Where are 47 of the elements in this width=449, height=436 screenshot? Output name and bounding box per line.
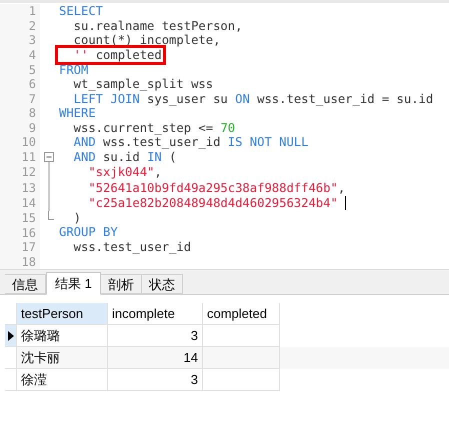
- code-line: GROUP BY: [58, 226, 119, 239]
- line-number: 11: [22, 151, 36, 164]
- code-line: '' completed: [58, 48, 163, 62]
- table-cell: 徐滢: [17, 369, 108, 391]
- line-number: 3: [28, 34, 36, 46]
- code-line: count(*) incomplete,: [72, 34, 222, 47]
- result-tab[interactable]: 结果 1: [46, 272, 101, 295]
- code-line: "c25a1e82b20848948d4d4602956324b4": [87, 196, 339, 210]
- code-line: FROM: [58, 64, 90, 76]
- line-number: 7: [28, 92, 36, 105]
- result-tab[interactable]: 状态: [142, 274, 183, 294]
- line-number: 8: [28, 107, 36, 120]
- line-number: 12: [22, 166, 36, 178]
- line-number: 15: [22, 212, 36, 224]
- code-line: "52641a10b9fd49a295c38af988dff46b",: [87, 182, 346, 194]
- current-row-icon: [8, 330, 14, 340]
- line-number: 17: [22, 241, 36, 254]
- code-line: wss.current_step <= 70: [72, 122, 236, 134]
- code-line: su.realname testPerson,: [72, 20, 244, 32]
- result-tab[interactable]: 信息: [5, 274, 46, 294]
- line-number: 6: [28, 78, 36, 90]
- column-header[interactable]: testPerson: [17, 303, 108, 325]
- line-number: 5: [28, 64, 36, 76]
- code-line: AND wss.test_user_id IS NOT NULL: [72, 136, 310, 149]
- line-number: 13: [22, 182, 36, 194]
- column-header[interactable]: incomplete: [108, 303, 203, 325]
- line-number: 16: [22, 226, 36, 239]
- table-cell: 3: [108, 369, 203, 391]
- fold-toggle-icon[interactable]: [44, 150, 54, 165]
- code-line: wss.test_user_id: [72, 241, 192, 254]
- code-line: "sxjk044",: [87, 166, 163, 179]
- code-line: LEFT JOIN sys_user su ON wss.test_user_id = su.id: [72, 92, 434, 105]
- row-indicator[interactable]: [5, 325, 17, 347]
- line-number: 2: [28, 20, 36, 32]
- code-line: AND su.id IN (: [72, 151, 178, 164]
- line-number: 4: [28, 49, 36, 62]
- line-number: 1: [28, 5, 36, 18]
- code-line: wt_sample_split wss: [72, 78, 214, 90]
- column-header[interactable]: completed: [203, 303, 280, 325]
- line-number: 10: [22, 136, 36, 148]
- line-number: 9: [28, 122, 36, 134]
- line-number: 14: [22, 197, 36, 210]
- code-line: SELECT: [58, 5, 104, 18]
- code-line: ): [72, 212, 82, 224]
- result-tab[interactable]: 剖析: [100, 274, 142, 294]
- line-number: 18: [22, 256, 36, 268]
- code-line: WHERE: [58, 107, 97, 120]
